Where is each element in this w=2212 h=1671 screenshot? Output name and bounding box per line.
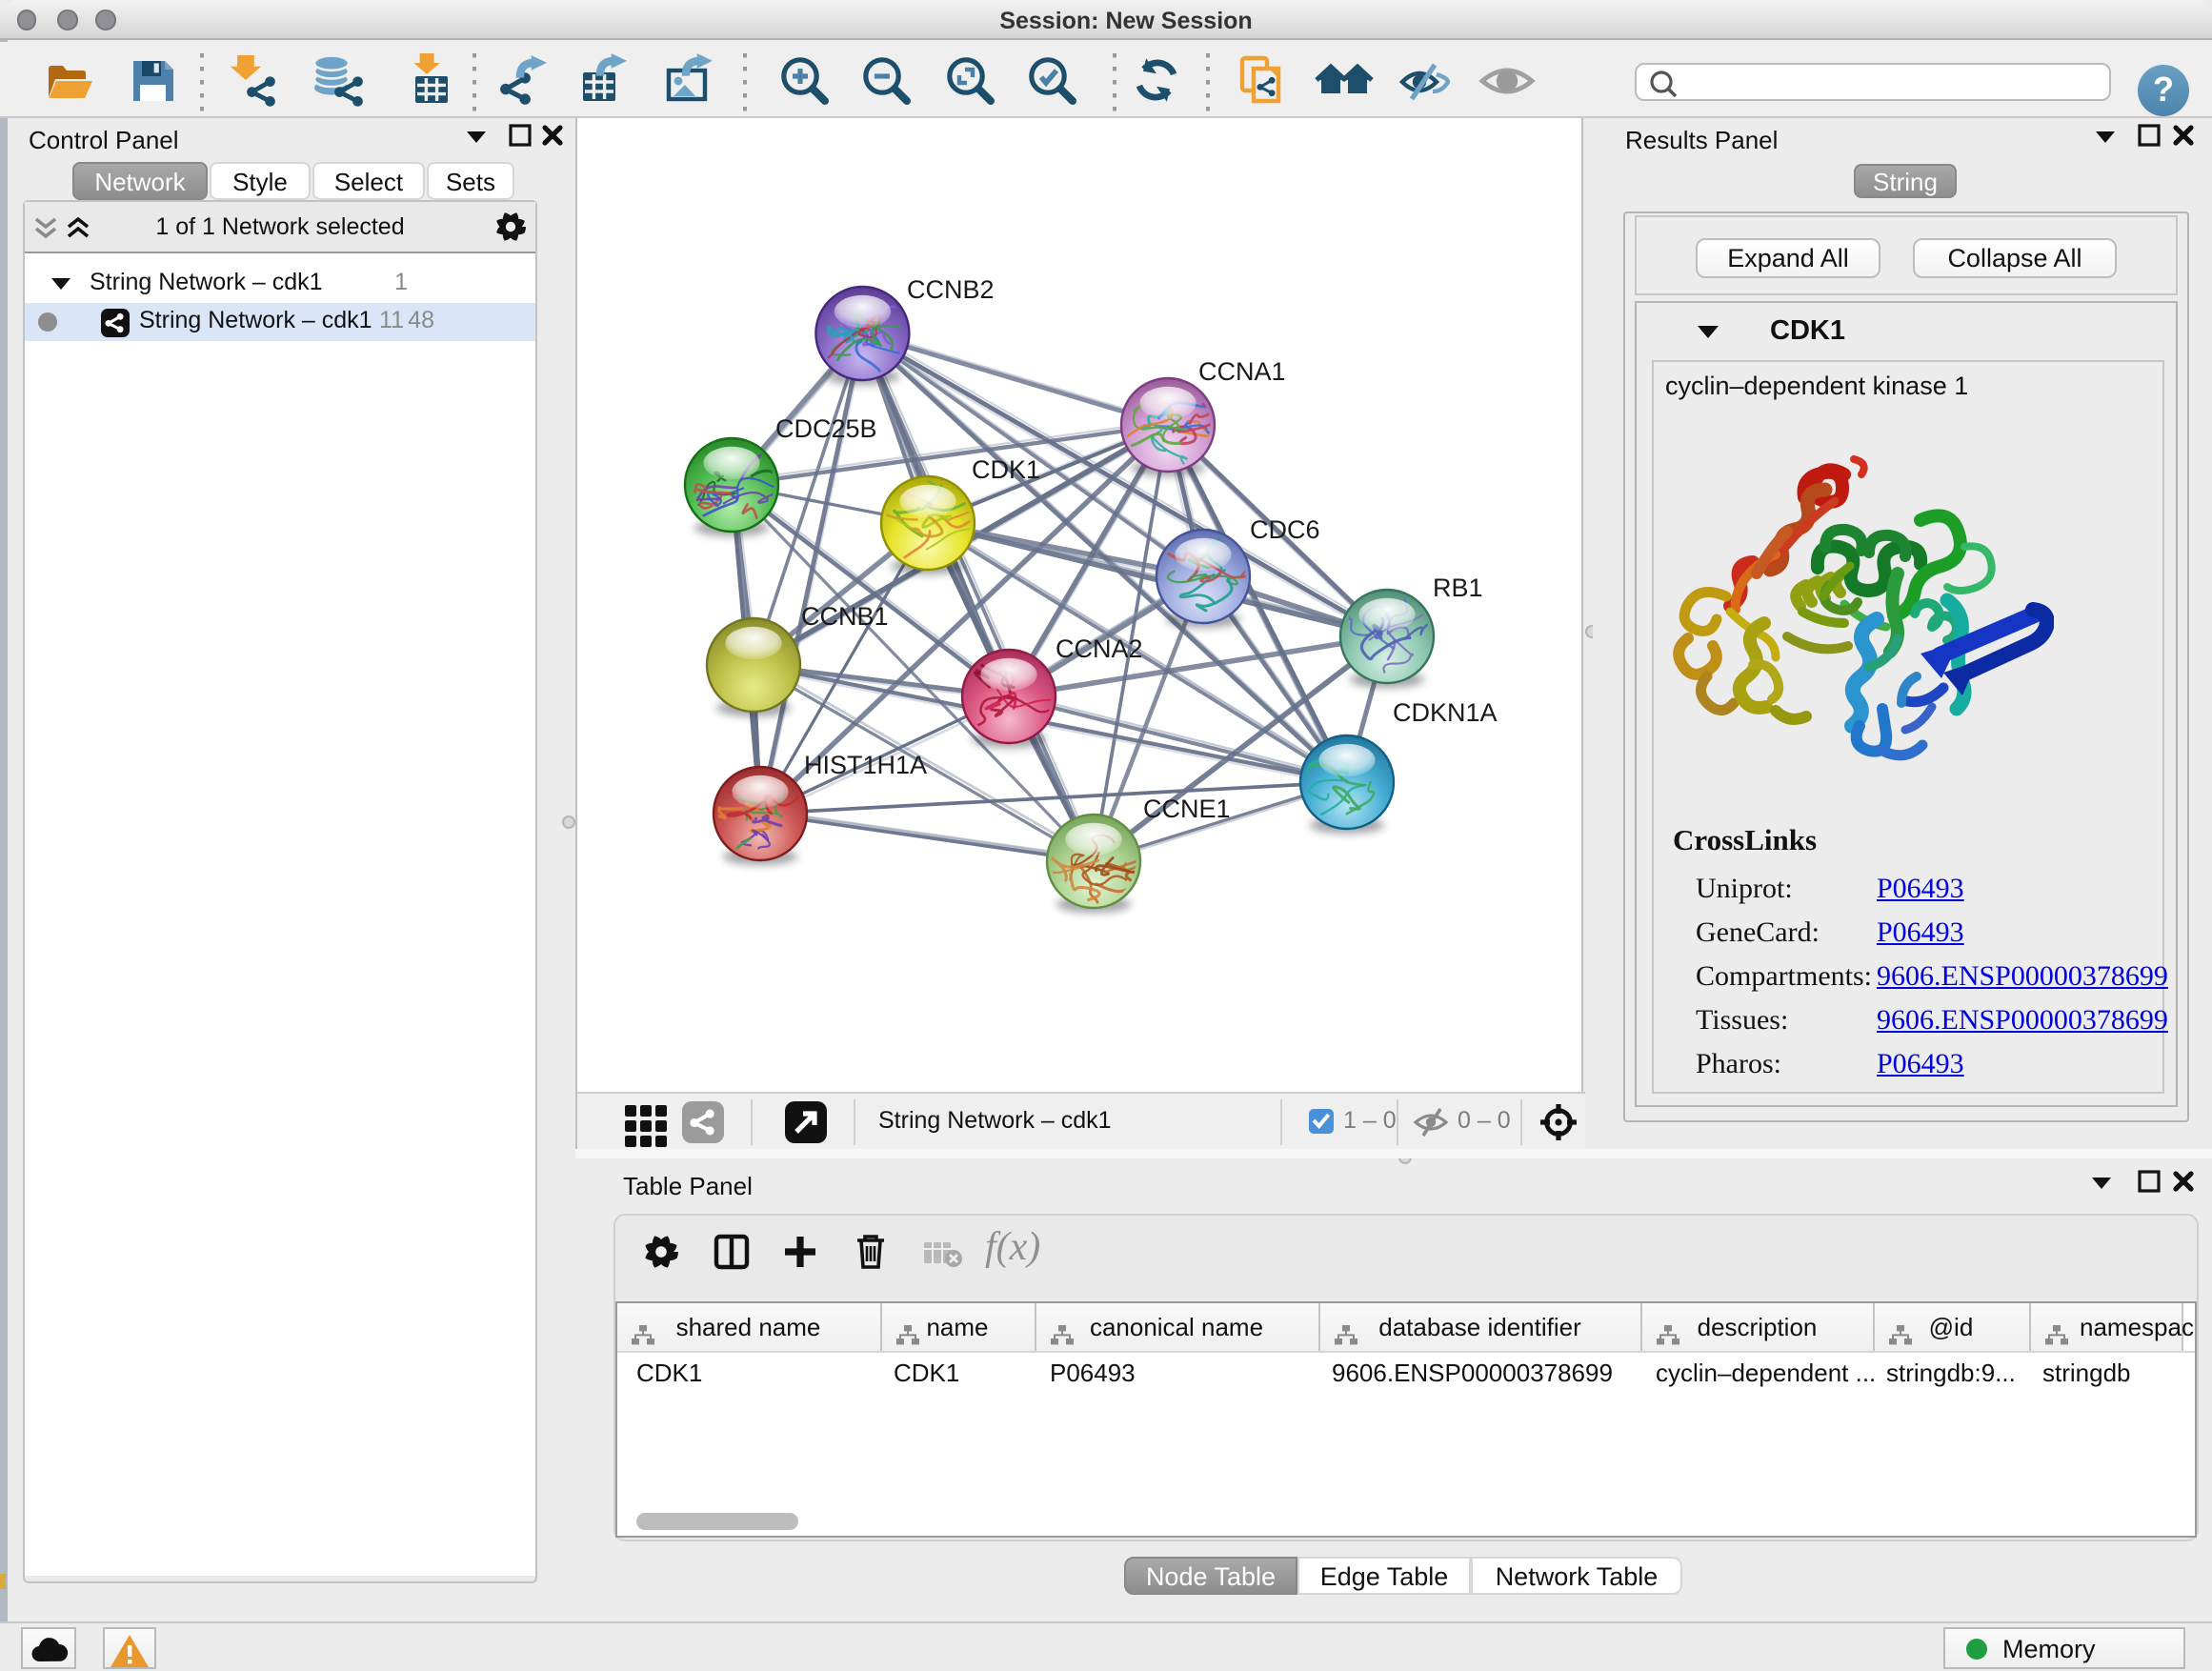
svg-text:RB1: RB1 (1433, 574, 1483, 602)
svg-text:CDK1: CDK1 (972, 455, 1040, 484)
svg-text:CCNB1: CCNB1 (801, 602, 889, 631)
svg-text:CCNA2: CCNA2 (1056, 634, 1143, 663)
svg-text:CDC6: CDC6 (1250, 515, 1320, 544)
svg-text:CDC25B: CDC25B (775, 414, 877, 443)
svg-text:CCNA1: CCNA1 (1198, 357, 1286, 386)
svg-text:CDKN1A: CDKN1A (1393, 698, 1498, 727)
svg-text:HIST1H1A: HIST1H1A (804, 751, 927, 779)
svg-text:CCNB2: CCNB2 (907, 275, 995, 304)
svg-text:CCNE1: CCNE1 (1143, 795, 1231, 823)
